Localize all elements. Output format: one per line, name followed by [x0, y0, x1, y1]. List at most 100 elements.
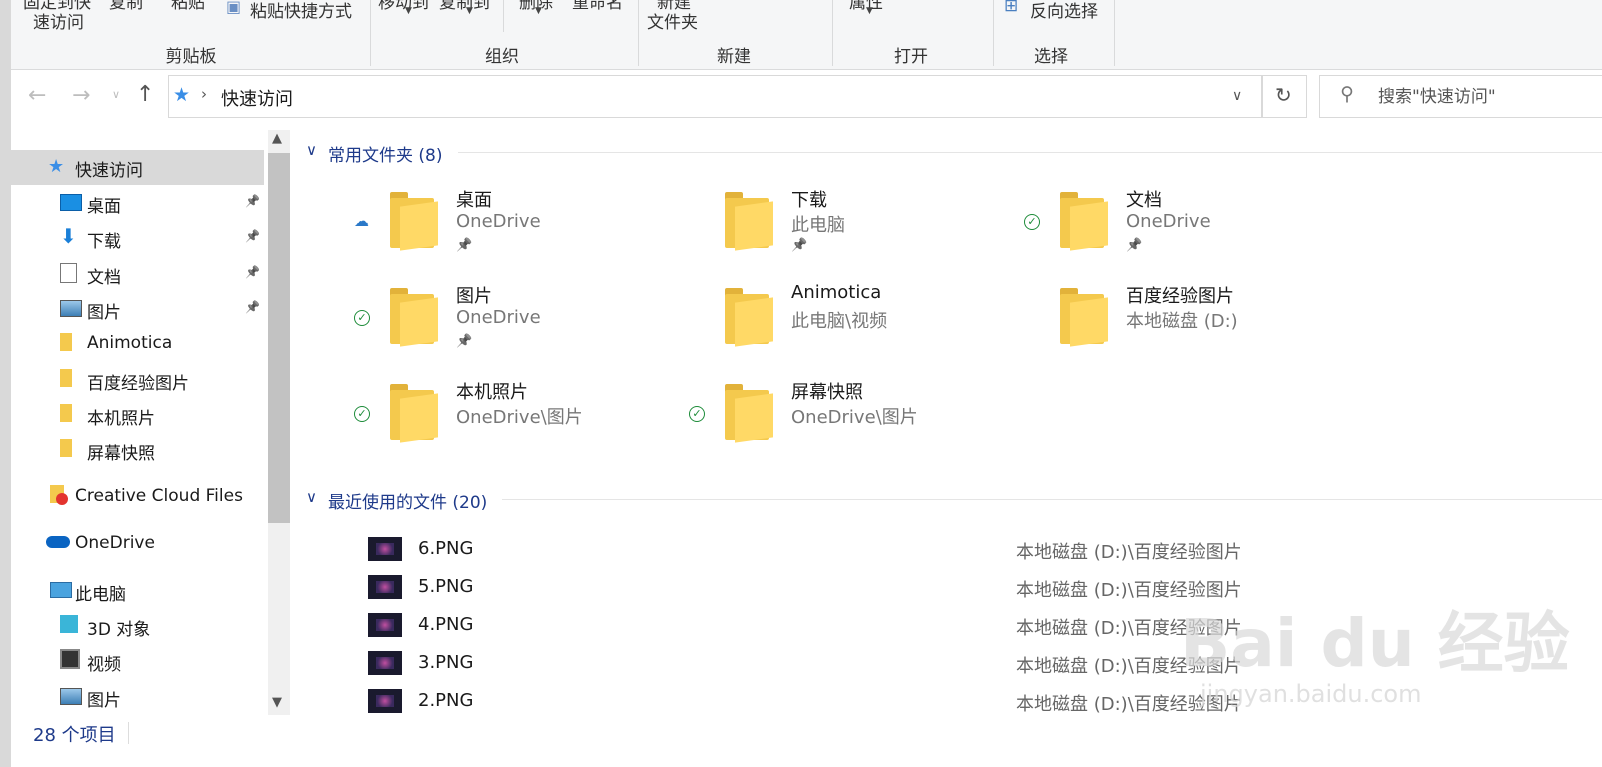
folder-tile[interactable]: 下载 此电脑 📌: [687, 186, 1007, 276]
rename-button[interactable]: 重命名: [572, 0, 623, 13]
address-bar[interactable]: ★ › 快速访问 ∨: [168, 75, 1262, 118]
invert-selection-button[interactable]: 反向选择: [1030, 0, 1098, 22]
nav-item-quick-access[interactable]: 本机照片: [60, 398, 260, 432]
folder-front: [400, 297, 438, 347]
scroll-up-icon[interactable]: ▲: [272, 131, 282, 146]
computer-icon: [50, 582, 72, 598]
refresh-button[interactable]: ↻: [1262, 75, 1307, 118]
pin-icon: 📌: [245, 194, 260, 208]
collapse-icon[interactable]: ∨: [306, 141, 317, 159]
section-divider: [502, 499, 1602, 500]
recent-files-header[interactable]: 最近使用的文件 (20): [328, 488, 487, 513]
folder-tile[interactable]: ✓ 屏幕快照 OneDrive\图片: [687, 378, 1007, 468]
star-icon: ★: [48, 156, 65, 177]
image-thumbnail: [368, 613, 402, 637]
scroll-down-icon[interactable]: ▼: [272, 695, 282, 710]
nav-item-quick-access[interactable]: 文档 📌: [60, 257, 260, 291]
folder-tile[interactable]: ✓ 图片 OneDrive 📌: [352, 282, 672, 372]
nav-item-this-pc[interactable]: 图片: [60, 680, 260, 714]
nav-label: 视频: [87, 655, 121, 676]
folder-front: [1070, 201, 1108, 251]
nav-item-quick-access[interactable]: 屏幕快照: [60, 433, 260, 467]
paste-shortcut-button[interactable]: 粘贴快捷方式: [250, 0, 352, 22]
folder-icon: [60, 403, 72, 422]
nav-quick-access[interactable]: ★ 快速访问: [48, 150, 258, 184]
open-group-label: 打开: [894, 47, 928, 67]
file-name: 5.PNG: [418, 576, 474, 597]
folder-icon: [725, 288, 773, 347]
nav-this-pc[interactable]: 此电脑: [48, 574, 258, 608]
recent-file-row[interactable]: 6.PNG 本地磁盘 (D:)\百度经验图片: [368, 531, 1518, 567]
copy-to-button[interactable]: 复制到: [439, 0, 490, 13]
folder-front: [400, 393, 438, 443]
breadcrumb[interactable]: 快速访问: [221, 85, 293, 111]
collapse-icon[interactable]: ∨: [306, 488, 317, 506]
paste-shortcut-icon: ▣: [226, 0, 242, 16]
nav-item-this-pc[interactable]: 3D 对象: [60, 609, 260, 643]
paste-button[interactable]: 粘贴: [171, 0, 205, 13]
nav-label: Animotica: [87, 333, 173, 354]
recent-locations-button[interactable]: ∨: [112, 88, 120, 101]
nav-creative-cloud[interactable]: Creative Cloud Files: [48, 480, 258, 514]
folder-location: 本地磁盘 (D:): [1126, 311, 1238, 332]
nav-item-this-pc[interactable]: 视频: [60, 644, 260, 678]
folder-tile[interactable]: ✓ 文档 OneDrive 📌: [1022, 186, 1342, 276]
pictures-icon: [60, 687, 82, 705]
folder-location: OneDrive\图片: [456, 407, 583, 428]
nav-label: 快速访问: [75, 161, 143, 181]
ribbon-divider: [832, 0, 833, 66]
pin-icon: 📌: [1126, 238, 1143, 253]
ribbon-divider: [1114, 0, 1115, 66]
nav-onedrive[interactable]: OneDrive: [46, 527, 258, 561]
ribbon: 固定到快 速访问 复制 粘贴 ▣ 粘贴快捷方式 剪贴板 移动到 ▼ 复制到 ▼ …: [11, 0, 1602, 70]
nav-label: 图片: [87, 302, 121, 323]
ribbon-divider: [370, 0, 371, 66]
folder-tile[interactable]: ☁ 桌面 OneDrive 📌: [352, 186, 672, 276]
image-thumbnail: [368, 651, 402, 675]
search-input[interactable]: [1376, 84, 1600, 110]
chevron-down-icon: ▼: [535, 6, 542, 16]
folder-tile[interactable]: Animotica 此电脑\视频: [687, 282, 1007, 372]
nav-item-quick-access[interactable]: ⬇ 下载 📌: [60, 221, 260, 255]
folder-tile[interactable]: ✓ 本机照片 OneDrive\图片: [352, 378, 672, 468]
folder-location: OneDrive: [1126, 211, 1211, 232]
frequent-folders-header[interactable]: 常用文件夹 (8): [328, 141, 442, 166]
document-icon: [60, 262, 77, 283]
nav-label: OneDrive: [75, 533, 155, 553]
pin-icon: 📌: [245, 229, 260, 244]
folder-icon: [60, 439, 72, 458]
nav-label: 下载: [87, 232, 121, 253]
copy-button[interactable]: 复制: [109, 0, 143, 13]
folder-tile[interactable]: 百度经验图片 本地磁盘 (D:): [1022, 282, 1342, 372]
pin-icon: 📌: [245, 299, 260, 314]
move-to-button[interactable]: 移动到: [378, 0, 429, 13]
nav-item-quick-access[interactable]: Animotica: [60, 327, 260, 361]
forward-button[interactable]: →: [72, 83, 90, 108]
file-name: 3.PNG: [418, 652, 474, 673]
nav-item-quick-access[interactable]: 百度经验图片: [60, 363, 260, 397]
organize-group-label: 组织: [485, 47, 519, 67]
up-button[interactable]: ↑: [136, 82, 154, 107]
folder-name: Animotica: [791, 282, 882, 303]
nav-scrollbar-thumb[interactable]: [268, 153, 290, 523]
breadcrumb-separator-icon: ›: [201, 85, 207, 103]
folder-location: 此电脑: [791, 215, 845, 236]
folder-location: OneDrive\图片: [791, 407, 918, 428]
back-button[interactable]: ←: [28, 83, 46, 108]
pictures-icon: [60, 299, 82, 317]
folder-name: 文档: [1126, 190, 1162, 211]
nav-item-quick-access[interactable]: 图片 📌: [60, 292, 260, 326]
download-icon: ⬇: [60, 224, 77, 249]
folder-name: 本机照片: [456, 382, 528, 403]
chevron-down-icon[interactable]: ∨: [1232, 88, 1242, 104]
new-folder-label: 文件夹: [647, 13, 698, 33]
status-divider: [128, 722, 129, 744]
ribbon-divider: [503, 0, 504, 32]
baidu-watermark-url: jingyan.baidu.com: [1200, 680, 1422, 708]
folder-name: 百度经验图片: [1126, 286, 1234, 307]
folder-location: OneDrive: [456, 307, 541, 328]
nav-item-quick-access[interactable]: 桌面 📌: [60, 186, 260, 220]
file-name: 6.PNG: [418, 538, 474, 559]
pin-icon: 📌: [791, 238, 808, 253]
search-box[interactable]: ⚲: [1319, 75, 1602, 118]
